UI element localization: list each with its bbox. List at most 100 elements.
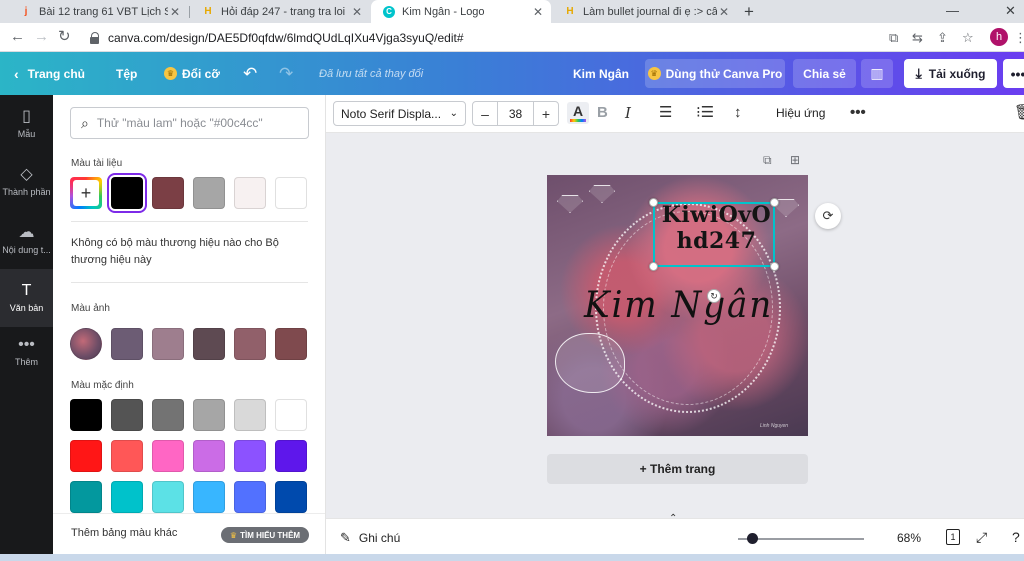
doc-color-swatch[interactable] bbox=[275, 177, 307, 209]
browser-tab-4[interactable]: H Làm bullet journal đi ẹ :> câu hỏi ✕ bbox=[552, 0, 737, 23]
default-color-swatch[interactable] bbox=[111, 440, 143, 472]
close-icon[interactable]: ✕ bbox=[717, 5, 731, 19]
default-color-swatch[interactable] bbox=[234, 399, 266, 431]
default-color-swatch[interactable] bbox=[275, 399, 307, 431]
photo-thumbnail-swatch[interactable] bbox=[70, 328, 102, 360]
open-in-app-icon[interactable]: ⧉ bbox=[889, 30, 898, 46]
font-size-stepper[interactable]: – 38 + bbox=[472, 101, 559, 126]
photo-color-swatch[interactable] bbox=[234, 328, 266, 360]
browser-tab-1[interactable]: j Bài 12 trang 61 VBT Lịch Sử 7 | Gi ✕ bbox=[8, 0, 188, 23]
project-name[interactable]: Kim Ngân bbox=[573, 52, 629, 95]
undo-icon[interactable]: ↶ bbox=[243, 52, 257, 95]
help-icon[interactable]: ? bbox=[1012, 529, 1020, 545]
default-color-swatch[interactable] bbox=[70, 399, 102, 431]
effects-button[interactable]: Hiệu ứng bbox=[776, 106, 825, 120]
resize-button[interactable]: ♛ Đổi cỡ bbox=[164, 52, 220, 95]
url-omnibox[interactable]: canva.com/design/DAE5Df0qfdw/6lmdQUdLqIX… bbox=[80, 26, 880, 49]
more-options-icon[interactable]: ••• bbox=[1003, 59, 1024, 88]
back-arrow-icon[interactable]: ← bbox=[10, 29, 25, 45]
resize-handle[interactable] bbox=[649, 262, 658, 271]
bookmark-star-icon[interactable]: ☆ bbox=[962, 30, 974, 46]
rotate-handle-icon[interactable]: ↻ bbox=[707, 289, 721, 303]
zoom-slider-handle[interactable] bbox=[747, 533, 758, 544]
add-page-icon[interactable]: ⊞ bbox=[790, 153, 800, 167]
rail-item-templates[interactable]: ▯ Mẫu bbox=[0, 95, 53, 153]
reload-icon[interactable]: ↻ bbox=[58, 29, 71, 45]
browser-tab-active[interactable]: C Kim Ngân - Logo ✕ bbox=[371, 0, 551, 23]
try-canva-pro-button[interactable]: ♛ Dùng thử Canva Pro bbox=[645, 59, 785, 88]
browser-menu-icon[interactable]: ⋮ bbox=[1014, 30, 1024, 46]
share-page-icon[interactable]: ⇪ bbox=[937, 30, 948, 46]
translate-icon[interactable]: ⇆ bbox=[912, 30, 923, 46]
zoom-level[interactable]: 68% bbox=[897, 531, 921, 545]
default-color-swatch[interactable] bbox=[193, 481, 225, 513]
close-icon[interactable]: ✕ bbox=[350, 5, 364, 19]
decrease-size-button[interactable]: – bbox=[473, 106, 497, 122]
doc-color-swatch[interactable] bbox=[193, 177, 225, 209]
color-search-box[interactable]: ⌕ bbox=[70, 107, 309, 139]
trash-icon[interactable]: 🗑 bbox=[1014, 104, 1024, 122]
close-window-icon[interactable]: ✕ bbox=[1005, 3, 1016, 19]
default-color-swatch[interactable] bbox=[152, 481, 184, 513]
default-color-swatch[interactable] bbox=[234, 440, 266, 472]
regenerate-icon[interactable]: ⟳ bbox=[815, 203, 841, 229]
photo-color-swatch[interactable] bbox=[111, 328, 143, 360]
doc-color-swatch[interactable] bbox=[234, 177, 266, 209]
rail-item-uploads[interactable]: ☁ Nội dung t... bbox=[0, 211, 53, 269]
resize-handle[interactable] bbox=[649, 198, 658, 207]
default-color-swatch[interactable] bbox=[70, 481, 102, 513]
default-color-swatch[interactable] bbox=[234, 481, 266, 513]
doc-color-swatch[interactable] bbox=[107, 173, 147, 213]
notes-button[interactable]: ✎ Ghi chú bbox=[340, 530, 400, 546]
default-color-swatch[interactable] bbox=[275, 440, 307, 472]
profile-avatar[interactable]: h bbox=[990, 28, 1008, 46]
download-button[interactable]: ⤓ Tải xuống bbox=[904, 59, 997, 88]
photo-color-swatch[interactable] bbox=[193, 328, 225, 360]
color-search-input[interactable] bbox=[96, 116, 297, 130]
text-color-icon[interactable]: A bbox=[567, 102, 589, 124]
list-icon[interactable]: ⁝☰ bbox=[696, 104, 714, 122]
default-color-swatch[interactable] bbox=[275, 481, 307, 513]
font-family-dropdown[interactable]: Noto Serif Displa... ⌄ bbox=[333, 101, 466, 126]
close-icon[interactable]: ✕ bbox=[531, 5, 545, 19]
page-count-icon[interactable]: 1 bbox=[946, 529, 960, 545]
default-color-swatch[interactable] bbox=[111, 399, 143, 431]
insights-chart-icon[interactable]: ▥ bbox=[861, 59, 893, 88]
photo-color-swatch[interactable] bbox=[152, 328, 184, 360]
design-page[interactable]: KiwiOvO hd247 Kim Ngân Linh Nguyen ↻ bbox=[547, 175, 808, 436]
doc-color-swatch[interactable] bbox=[152, 177, 184, 209]
more-options-icon[interactable]: ••• bbox=[850, 104, 866, 122]
add-page-button[interactable]: + Thêm trang bbox=[547, 454, 808, 484]
learn-more-button[interactable]: ♛ TÌM HIỂU THÊM bbox=[221, 527, 309, 543]
default-color-swatch[interactable] bbox=[70, 440, 102, 472]
default-color-swatch[interactable] bbox=[193, 440, 225, 472]
duplicate-page-icon[interactable]: ⧉ bbox=[763, 153, 772, 168]
rail-item-text[interactable]: T Văn bản bbox=[0, 269, 53, 327]
browser-tab-2[interactable]: H Hỏi đáp 247 - trang tra loi ✕ bbox=[190, 0, 370, 23]
default-color-swatch[interactable] bbox=[111, 481, 143, 513]
file-menu-button[interactable]: Tệp bbox=[116, 52, 137, 95]
resize-handle[interactable] bbox=[770, 262, 779, 271]
minimize-icon[interactable]: — bbox=[946, 3, 959, 18]
default-color-swatch[interactable] bbox=[152, 399, 184, 431]
redo-icon[interactable]: ↷ bbox=[279, 52, 293, 95]
photo-color-swatch[interactable] bbox=[275, 328, 307, 360]
italic-icon[interactable]: I bbox=[625, 104, 631, 122]
increase-size-button[interactable]: + bbox=[534, 106, 558, 122]
fullscreen-icon[interactable]: ⤢ bbox=[976, 529, 987, 546]
new-tab-plus-icon[interactable]: + bbox=[744, 2, 754, 22]
resize-handle[interactable] bbox=[770, 198, 779, 207]
rail-item-elements[interactable]: ◇ Thành phần bbox=[0, 153, 53, 211]
default-color-swatch[interactable] bbox=[193, 399, 225, 431]
add-color-button[interactable]: + bbox=[70, 177, 102, 209]
bold-icon[interactable]: B bbox=[597, 104, 608, 122]
font-size-value[interactable]: 38 bbox=[497, 101, 534, 126]
default-color-swatch[interactable] bbox=[152, 440, 184, 472]
close-icon[interactable]: ✕ bbox=[168, 5, 182, 19]
share-button[interactable]: Chia sẻ bbox=[793, 59, 856, 88]
align-center-icon[interactable]: ☰ bbox=[659, 104, 672, 122]
script-name-text[interactable]: Kim Ngân bbox=[584, 285, 774, 326]
forward-arrow-icon[interactable]: → bbox=[34, 29, 49, 45]
spacing-icon[interactable]: ↕ bbox=[734, 104, 742, 122]
home-button[interactable]: ‹ Trang chủ bbox=[14, 52, 85, 95]
